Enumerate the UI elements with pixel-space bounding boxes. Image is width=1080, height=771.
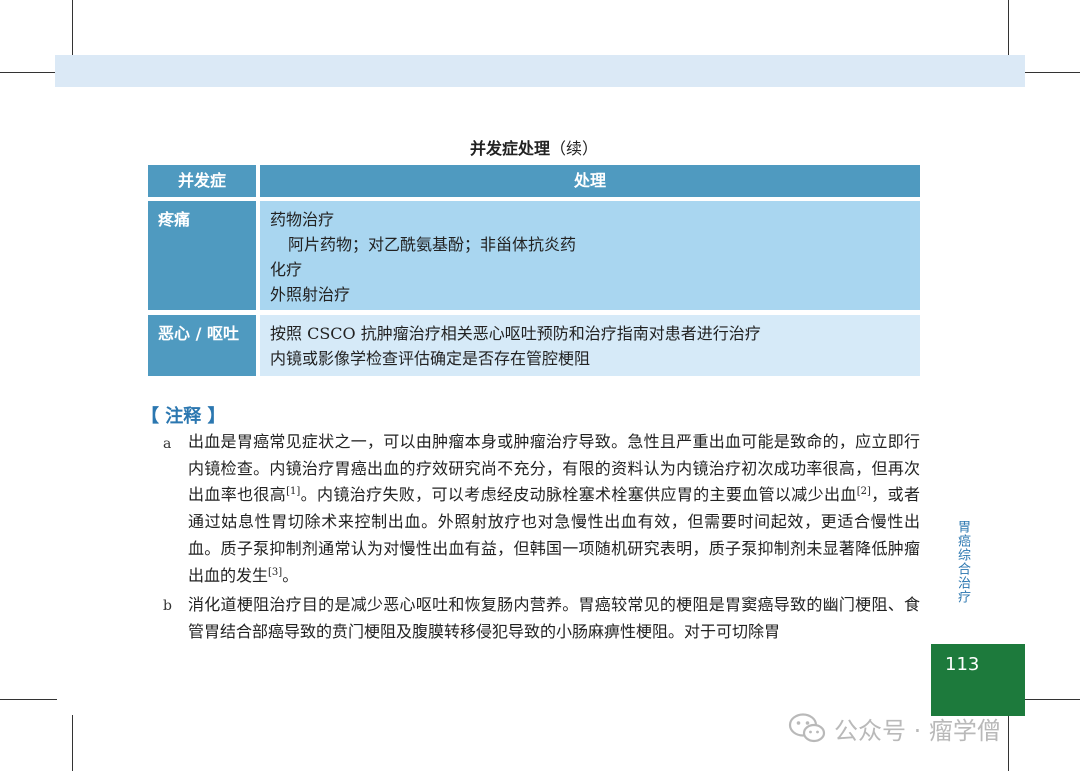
table-header-treatment: 处理 [260,165,920,197]
treatment-line: 化疗 [270,260,303,279]
watermark-text: 公众号 · 瘤学僧 [834,716,1001,745]
row-label-pain: 疼痛 [148,201,256,310]
reference-1: [1] [286,486,301,498]
crop-mark [0,72,57,73]
table-caption: 并发症处理（续） [148,135,920,159]
row-treatment-nausea: 按照 CSCO 抗肿瘤治疗相关恶心呕吐预防和治疗指南对患者进行治疗 内镜或影像学… [260,315,920,376]
note-marker-b: b [163,598,172,614]
reference-2: [2] [856,486,871,498]
treatment-line: 药物治疗 [270,210,335,229]
note-marker-a: a [163,436,172,452]
note-a-text: 。内镜治疗失败，可以考虑经皮动脉栓塞术栓塞供应胃的主要血管以减少出血 [300,485,857,505]
crop-mark [1023,72,1080,73]
treatment-line: 按照 CSCO 抗肿瘤治疗相关恶心呕吐预防和治疗指南对患者进行治疗 [270,324,761,343]
treatment-line: 内镜或影像学检查评估确定是否存在管腔梗阻 [270,349,591,368]
page-number-box: 113 [931,644,1025,716]
table-caption-title: 并发症处理 [469,139,550,158]
watermark: 公众号 · 瘤学僧 [788,708,1001,748]
page-number: 113 [945,654,980,675]
reference-3: [3] [268,566,283,578]
header-band [55,55,1025,87]
treatment-line: 外照射治疗 [270,285,351,304]
notes-title: 【 注释 】 [141,406,226,427]
row-label-nausea: 恶心 / 呕吐 [148,315,256,376]
table-header-complication: 并发症 [148,165,256,197]
crop-mark [1023,699,1080,700]
crop-mark [72,715,73,771]
crop-mark [0,699,57,700]
note-a: 出血是胃癌常见症状之一，可以由肿瘤本身或肿瘤治疗导致。急性且严重出血可能是致命的… [188,429,920,589]
wechat-icon [788,713,826,743]
crop-mark [72,0,73,57]
crop-mark [1008,715,1009,771]
treatment-line: 阿片药物；对乙酰氨基酚；非甾体抗炎药 [288,235,577,254]
table-caption-suffix: （续） [550,139,599,158]
chapter-side-label: 胃癌综合治疗 [955,520,970,604]
note-b: 消化道梗阻治疗目的是减少恶心呕吐和恢复肠内营养。胃癌较常见的梗阻是胃窦癌导致的幽… [188,595,920,641]
note-a-text: 。 [282,565,299,585]
crop-mark [1008,0,1009,57]
row-treatment-pain: 药物治疗 阿片药物；对乙酰氨基酚；非甾体抗炎药 化疗 外照射治疗 [260,201,920,310]
